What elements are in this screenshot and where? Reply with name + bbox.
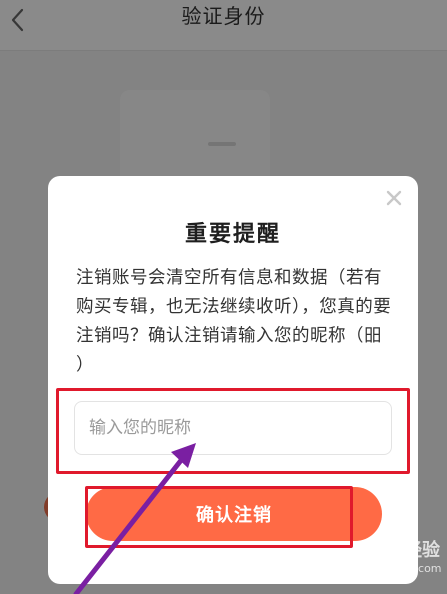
watermark-logo-text: Bai 经验 [365, 540, 440, 561]
watermark: Bai 经验 jingyan.baidu.com [340, 536, 442, 575]
watermark-url: jingyan.baidu.com [340, 562, 442, 575]
annotation-arrow-icon [73, 443, 196, 594]
